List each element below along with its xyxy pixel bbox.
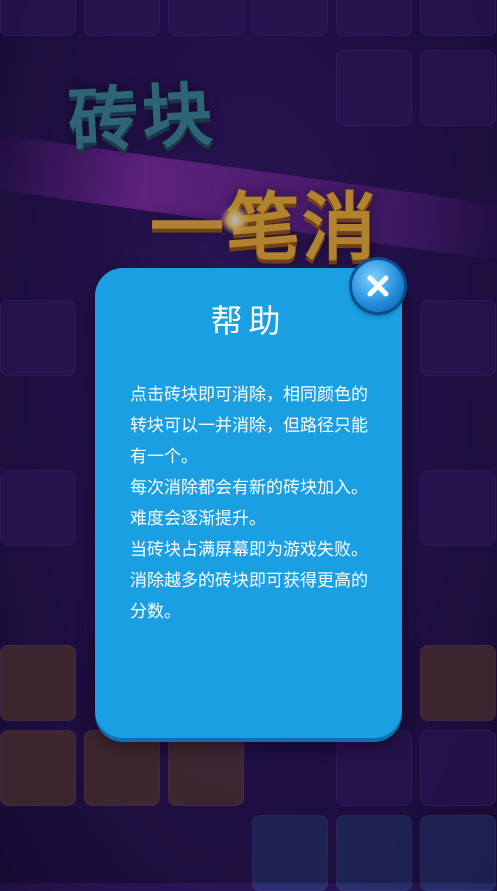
help-paragraph: 每次消除都会有新的砖块加入。 — [130, 478, 368, 498]
help-paragraph: 点击砖块即可消除，相同颜色的转块可以一并消除，但路径只能有一个。 — [130, 385, 368, 467]
help-paragraph: 难度会逐渐提升。 — [130, 509, 266, 529]
close-icon — [367, 275, 389, 297]
help-text: 点击砖块即可消除，相同颜色的转块可以一并消除，但路径只能有一个。 每次消除都会有… — [130, 380, 380, 628]
close-button[interactable] — [352, 260, 404, 312]
help-dialog: 帮助 点击砖块即可消除，相同颜色的转块可以一并消除，但路径只能有一个。 每次消除… — [95, 268, 402, 738]
help-paragraph: 当砖块占满屏幕即为游戏失败。 — [130, 540, 368, 560]
help-paragraph: 消除越多的砖块即可获得更高的分数。 — [130, 571, 368, 622]
dialog-title: 帮助 — [210, 302, 287, 340]
